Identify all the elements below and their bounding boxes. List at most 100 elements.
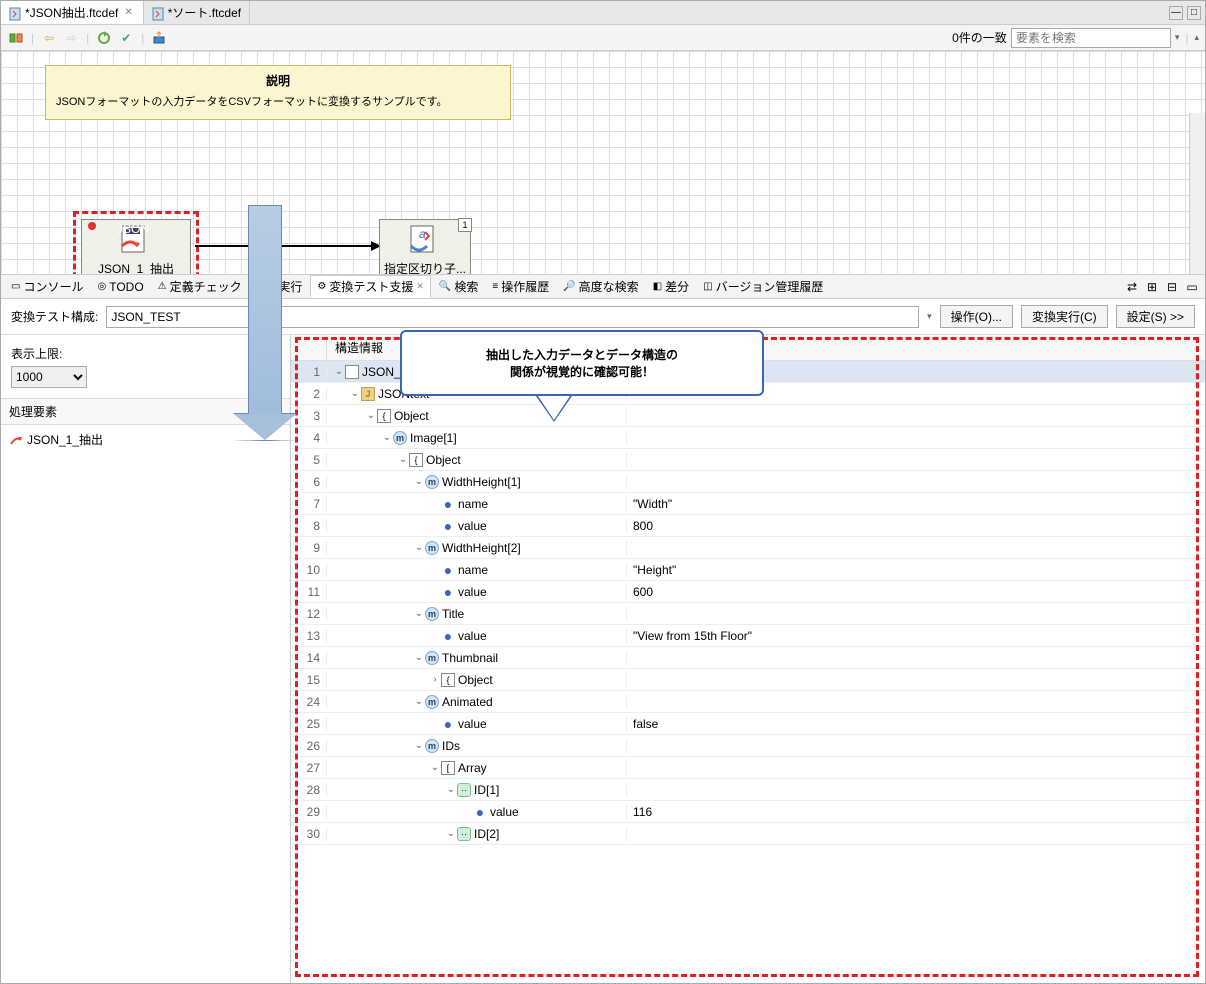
- svg-text:JSON: JSON: [117, 224, 149, 236]
- back-icon[interactable]: ⇦: [40, 29, 58, 47]
- tree-row[interactable]: 26⌄mIDs: [291, 735, 1205, 757]
- panel-control-icon[interactable]: ⊟: [1163, 278, 1181, 296]
- row-number: 10: [291, 563, 327, 577]
- expand-toggle[interactable]: ⌄: [397, 454, 409, 465]
- tree-row[interactable]: 10●name"Height": [291, 559, 1205, 581]
- operate-button[interactable]: 操作(O)...: [940, 305, 1013, 328]
- tree-row[interactable]: 14⌄mThumbnail: [291, 647, 1205, 669]
- expand-toggle[interactable]: ⌄: [445, 828, 457, 839]
- minimize-button[interactable]: —: [1169, 6, 1183, 20]
- expand-toggle[interactable]: ⌄: [429, 762, 441, 773]
- callout-arrow-head: [234, 414, 296, 441]
- csv-file-icon: a: [405, 224, 445, 258]
- tree-row[interactable]: 7●name"Width": [291, 493, 1205, 515]
- tree-row[interactable]: 6⌄mWidthHeight[1]: [291, 471, 1205, 493]
- row-number: 1: [291, 365, 327, 379]
- tree-row[interactable]: 13●value"View from 15th Floor": [291, 625, 1205, 647]
- flow-node-json-extract[interactable]: JSON JSON_1_抽出: [81, 219, 191, 275]
- expand-toggle[interactable]: ⌄: [413, 740, 425, 751]
- row-struct: ⌄mAnimated: [327, 695, 627, 709]
- json-file-icon: JSON: [116, 224, 156, 258]
- bottom-tab-6[interactable]: ≡操作履歴: [486, 276, 555, 297]
- chevron-down-icon[interactable]: ▾: [927, 311, 932, 322]
- refresh-icon[interactable]: [95, 29, 113, 47]
- tab-sort[interactable]: *ソート.ftcdef: [144, 1, 250, 24]
- obj-icon: {: [377, 409, 391, 423]
- node-label: Animated: [442, 695, 493, 709]
- expand-toggle[interactable]: ⌄: [445, 784, 457, 795]
- expand-toggle[interactable]: ⌄: [349, 388, 361, 399]
- component-icon[interactable]: [7, 29, 25, 47]
- scrollbar[interactable]: [1189, 113, 1205, 274]
- row-number: 13: [291, 629, 327, 643]
- tree-row[interactable]: 29●value116: [291, 801, 1205, 823]
- row-number: 30: [291, 827, 327, 841]
- limit-select[interactable]: 1000: [11, 366, 87, 388]
- row-struct: ›{Object: [327, 673, 627, 687]
- tab-label: 変換テスト支援: [329, 278, 413, 295]
- tree-row[interactable]: 25●valuefalse: [291, 713, 1205, 735]
- row-number: 29: [291, 805, 327, 819]
- panel-control-icon[interactable]: ⇄: [1123, 278, 1141, 296]
- config-value-input[interactable]: [106, 306, 919, 328]
- bottom-tab-9[interactable]: ◫バージョン管理履歴: [697, 276, 829, 297]
- structure-tree[interactable]: 1⌄JSON_1_抽出2⌄JJSONtext3⌄{Object4⌄mImage[…: [291, 361, 1205, 983]
- bottom-tab-5[interactable]: 🔍検索: [433, 276, 484, 297]
- expand-toggle[interactable]: ⌄: [413, 652, 425, 663]
- bottom-tab-7[interactable]: 🔎高度な検索: [557, 276, 644, 297]
- bottom-tab-1[interactable]: ◎TODO: [91, 278, 149, 296]
- node-label: Title: [442, 607, 464, 621]
- id-icon: ··: [457, 783, 471, 797]
- node-label: value: [458, 629, 487, 643]
- bottom-tab-2[interactable]: ⚠定義チェック: [152, 276, 248, 297]
- tree-row[interactable]: 24⌄mAnimated: [291, 691, 1205, 713]
- tree-row[interactable]: 12⌄mTitle: [291, 603, 1205, 625]
- flow-canvas[interactable]: 説明 JSONフォーマットの入力データをCSVフォーマットに変換するサンプルです…: [1, 51, 1205, 275]
- connection-line: [195, 245, 375, 247]
- tree-row[interactable]: 15›{Object: [291, 669, 1205, 691]
- tree-row[interactable]: 11●value600: [291, 581, 1205, 603]
- tree-row[interactable]: 5⌄{Object: [291, 449, 1205, 471]
- tree-row[interactable]: 8●value800: [291, 515, 1205, 537]
- bottom-tab-0[interactable]: ▭コンソール: [5, 276, 89, 297]
- expand-toggle[interactable]: ⌄: [365, 410, 377, 421]
- bottom-tab-8[interactable]: ◧差分: [647, 276, 695, 297]
- expand-toggle[interactable]: ⌄: [413, 696, 425, 707]
- tree-row[interactable]: 27⌄[Array: [291, 757, 1205, 779]
- tab-label: *ソート.ftcdef: [168, 4, 241, 21]
- tab-json-extract[interactable]: *JSON抽出.ftcdef ✕: [1, 1, 144, 24]
- tree-row[interactable]: 9⌄mWidthHeight[2]: [291, 537, 1205, 559]
- chevron-down-icon[interactable]: ▾: [1175, 32, 1180, 43]
- chevron-up-icon[interactable]: ▴: [1194, 32, 1199, 43]
- tree-row[interactable]: 28⌄··ID[1]: [291, 779, 1205, 801]
- close-icon[interactable]: ✕: [122, 7, 134, 18]
- expand-toggle[interactable]: ›: [429, 674, 441, 685]
- forward-icon[interactable]: ⇨: [62, 29, 80, 47]
- expand-toggle[interactable]: ⌄: [333, 366, 345, 377]
- bottom-tab-4[interactable]: ⚙変換テスト支援✕: [310, 275, 431, 298]
- tree-row[interactable]: 30⌄··ID[2]: [291, 823, 1205, 845]
- expand-toggle[interactable]: ⌄: [413, 608, 425, 619]
- row-number: 5: [291, 453, 327, 467]
- maximize-button[interactable]: □: [1187, 6, 1201, 20]
- row-number: 11: [291, 585, 327, 599]
- tree-row[interactable]: 3⌄{Object: [291, 405, 1205, 427]
- expand-toggle[interactable]: ⌄: [413, 542, 425, 553]
- export-icon[interactable]: [150, 29, 168, 47]
- id-icon: ··: [457, 827, 471, 841]
- row-struct: ⌄··ID[1]: [327, 783, 627, 797]
- search-input[interactable]: [1011, 28, 1171, 48]
- expand-toggle[interactable]: ⌄: [381, 432, 393, 443]
- run-button[interactable]: 変換実行(C): [1021, 305, 1108, 328]
- check-icon[interactable]: ✔: [117, 29, 135, 47]
- description-note[interactable]: 説明 JSONフォーマットの入力データをCSVフォーマットに変換するサンプルです…: [45, 65, 511, 120]
- tree-row[interactable]: 4⌄mImage[1]: [291, 427, 1205, 449]
- settings-button[interactable]: 設定(S) >>: [1116, 305, 1195, 328]
- flow-node-delimiter[interactable]: a 1 指定区切り子...: [379, 219, 471, 275]
- close-icon[interactable]: ✕: [416, 281, 424, 292]
- row-number: 28: [291, 783, 327, 797]
- node-label: ID[1]: [474, 783, 499, 797]
- panel-control-icon[interactable]: ▭: [1183, 278, 1201, 296]
- panel-control-icon[interactable]: ⊞: [1143, 278, 1161, 296]
- expand-toggle[interactable]: ⌄: [413, 476, 425, 487]
